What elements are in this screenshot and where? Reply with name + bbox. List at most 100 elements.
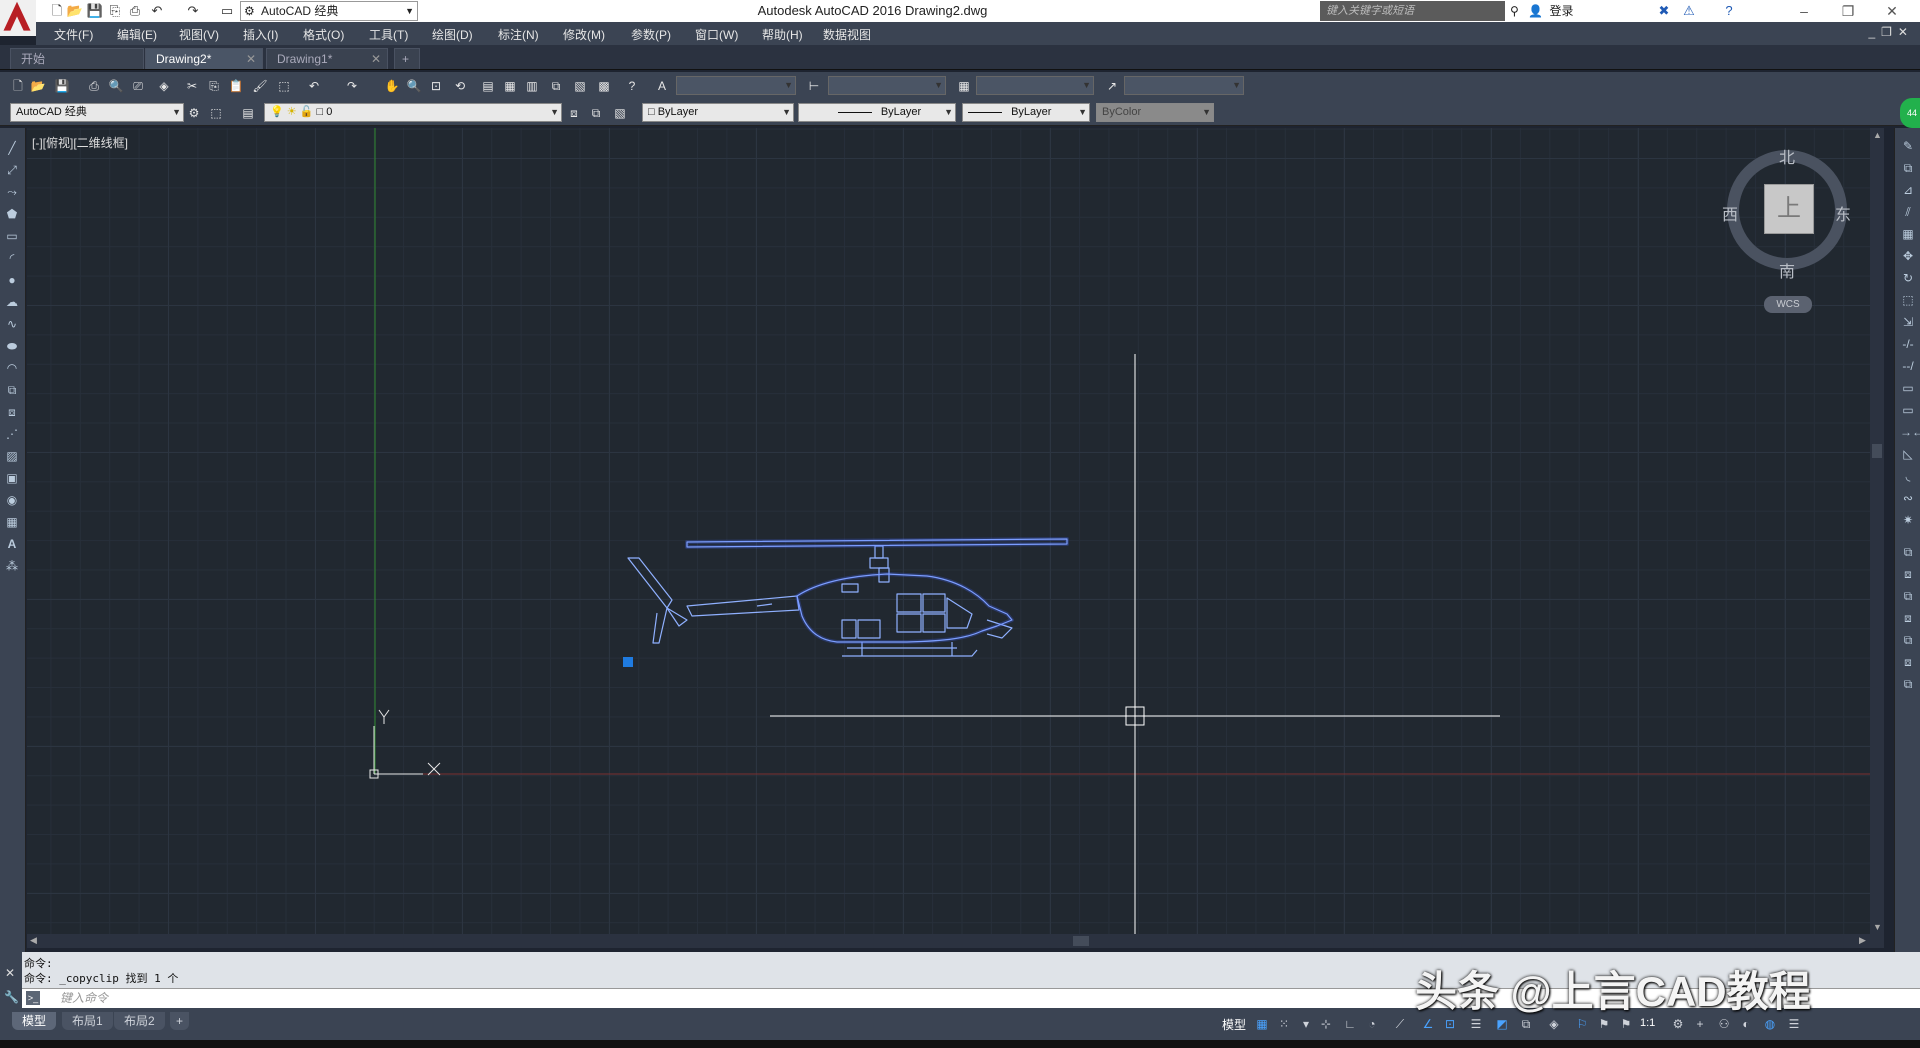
new-tab-button[interactable]: + xyxy=(394,48,420,69)
array-icon[interactable]: ▦ xyxy=(1900,226,1916,242)
zoom-realtime-icon[interactable]: 🔍 xyxy=(406,78,422,94)
tab-layout1[interactable]: 布局1 xyxy=(62,1012,113,1030)
command-line-handle[interactable]: ✕ 🔧 xyxy=(0,952,22,1008)
color-dropdown[interactable]: □ ByLayer ▼ xyxy=(642,103,794,122)
redo-icon[interactable]: ↷ xyxy=(344,78,360,94)
rotate-icon[interactable]: ↻ xyxy=(1900,270,1916,286)
minimize-button[interactable]: – xyxy=(1782,0,1826,22)
menu-insert[interactable]: 插入(I) xyxy=(243,26,278,43)
vertical-scrollbar[interactable]: ▲ ▼ xyxy=(1870,128,1884,934)
erase-icon[interactable]: ✎ xyxy=(1900,138,1916,154)
lineweight-dropdown[interactable]: ByLayer ▼ xyxy=(962,103,1090,122)
multileader-style-icon[interactable]: ↗ xyxy=(1104,78,1120,94)
table-icon[interactable]: ▦ xyxy=(4,514,20,530)
text-style-icon[interactable]: A xyxy=(654,78,670,94)
exchange-icon[interactable]: ✖ xyxy=(1655,2,1673,20)
zoom-window-icon[interactable]: ⊡ xyxy=(428,78,444,94)
make-block-icon[interactable]: ⧈ xyxy=(4,404,20,420)
menu-window[interactable]: 窗口(W) xyxy=(695,26,738,43)
wrench-icon[interactable]: 🔧 xyxy=(4,990,19,1004)
add-selected-icon[interactable]: ⁂ xyxy=(4,558,20,574)
compass-south[interactable]: 南 xyxy=(1779,258,1795,282)
text-style-dropdown[interactable]: ▼ xyxy=(676,76,796,95)
drawing-canvas[interactable]: [-][俯视][二维线框] xyxy=(27,128,1880,934)
layer-previous-icon[interactable]: ⧉ xyxy=(588,105,604,121)
hatch-icon[interactable]: ▨ xyxy=(4,448,20,464)
compass-east[interactable]: 东 xyxy=(1835,201,1851,225)
scroll-left-icon[interactable]: ◀ xyxy=(30,935,37,946)
polar-tracking-icon[interactable]: ◔ xyxy=(1364,1016,1380,1032)
point-icon[interactable]: ⋰ xyxy=(4,426,20,442)
scroll-down-icon[interactable]: ▼ xyxy=(1873,922,1882,932)
rectangle-icon[interactable]: ▭ xyxy=(4,228,20,244)
help-icon[interactable]: ? xyxy=(624,78,640,94)
match-properties-icon[interactable]: 🖌 xyxy=(252,78,268,94)
text-front-icon[interactable]: ⧈ xyxy=(1900,654,1916,670)
table-style-dropdown[interactable]: ▼ xyxy=(976,76,1094,95)
tab-model[interactable]: 模型 xyxy=(12,1012,57,1030)
extend-icon[interactable]: --/ xyxy=(1900,358,1916,374)
layer-state-icon[interactable]: ▧ xyxy=(612,105,628,121)
move-icon[interactable]: ✥ xyxy=(1900,248,1916,264)
close-icon[interactable]: ✕ xyxy=(5,966,15,980)
close-icon[interactable]: ✕ xyxy=(371,49,381,70)
line-icon[interactable]: ╱ xyxy=(4,140,20,156)
join-icon[interactable]: →← xyxy=(1900,424,1920,440)
new-icon[interactable]: 🗋 xyxy=(10,78,26,94)
explode-icon[interactable]: ✷ xyxy=(1900,512,1916,528)
save-icon[interactable]: 💾 xyxy=(54,78,70,94)
wcs-menu-button[interactable]: WCS xyxy=(1764,296,1812,313)
ortho-icon[interactable]: ∟ xyxy=(1342,1016,1358,1032)
snap-icon[interactable]: ⁙ xyxy=(1276,1016,1292,1032)
scroll-right-icon[interactable]: ▶ xyxy=(1859,935,1866,946)
chevron-down-icon[interactable]: ▾ xyxy=(1298,1016,1314,1032)
mirror-icon[interactable]: ⊿ xyxy=(1900,182,1916,198)
draw-order-icon[interactable]: ⧉ xyxy=(1900,544,1916,560)
cut-icon[interactable]: ✂ xyxy=(184,78,200,94)
circle-icon[interactable]: ● xyxy=(4,272,20,288)
menu-dimension[interactable]: 标注(N) xyxy=(498,26,539,43)
multiline-text-icon[interactable]: A xyxy=(4,536,20,552)
menu-file[interactable]: 文件(F) xyxy=(54,26,93,43)
scale-icon[interactable]: ⬚ xyxy=(1900,292,1916,308)
infer-constraints-icon[interactable]: ⊹ xyxy=(1318,1016,1334,1032)
plot-preview-icon[interactable]: 🔍 xyxy=(108,78,124,94)
region-icon[interactable]: ◉ xyxy=(4,492,20,508)
publish-icon[interactable]: ⎚ xyxy=(130,78,146,94)
workspace-dropdown[interactable]: AutoCAD 经典 ▼ xyxy=(10,103,184,122)
ellipse-icon[interactable]: ⬬ xyxy=(4,338,20,354)
command-prompt-icon[interactable]: >_ xyxy=(26,991,40,1005)
compass-west[interactable]: 西 xyxy=(1722,201,1738,225)
menu-draw[interactable]: 绘图(D) xyxy=(432,26,473,43)
viewcube-face-top[interactable]: 上 xyxy=(1764,184,1814,234)
arc-icon[interactable]: ◜ xyxy=(4,250,20,266)
menu-help[interactable]: 帮助(H) xyxy=(762,26,803,43)
compass-north[interactable]: 北 xyxy=(1779,144,1795,168)
fillet-icon[interactable]: ◟ xyxy=(1900,468,1916,484)
search-input[interactable]: 键入关键字或短语 xyxy=(1320,1,1505,21)
stretch-icon[interactable]: ⇲ xyxy=(1900,314,1916,330)
revision-cloud-icon[interactable]: ☁ xyxy=(4,294,20,310)
gradient-icon[interactable]: ▣ xyxy=(4,470,20,486)
model-space-toggle[interactable]: 模型 xyxy=(1222,1016,1246,1033)
viewcube[interactable]: 上 北 南 东 西 xyxy=(1722,148,1851,281)
construction-line-icon[interactable]: ⤢ xyxy=(4,162,20,178)
break-icon[interactable]: ▭ xyxy=(1900,402,1916,418)
polygon-icon[interactable]: ⬟ xyxy=(4,206,20,222)
menu-data-view[interactable]: 数据视图 xyxy=(823,26,871,43)
zoom-previous-icon[interactable]: ⟲ xyxy=(452,78,468,94)
table-style-icon[interactable]: ▦ xyxy=(956,78,972,94)
3d-print-icon[interactable]: ◈ xyxy=(156,78,172,94)
selection-grip[interactable] xyxy=(623,657,633,667)
help-icon[interactable]: ? xyxy=(1720,2,1738,20)
a360-icon[interactable]: ⚠ xyxy=(1680,2,1698,20)
document-window-controls[interactable]: _❐✕ xyxy=(1869,25,1915,39)
bring-above-icon[interactable]: ⧈ xyxy=(1900,610,1916,626)
break-at-point-icon[interactable]: ▭ xyxy=(1900,380,1916,396)
add-layout-button[interactable]: + xyxy=(170,1012,190,1030)
pan-icon[interactable]: ✋ xyxy=(384,78,400,94)
open-icon[interactable]: 📂 xyxy=(30,78,46,94)
menu-edit[interactable]: 编辑(E) xyxy=(117,26,157,43)
layer-dropdown[interactable]: 💡 ☀ 🔓 □ 0 ▼ xyxy=(264,103,562,122)
dim-style-icon[interactable]: ⊢ xyxy=(806,78,822,94)
